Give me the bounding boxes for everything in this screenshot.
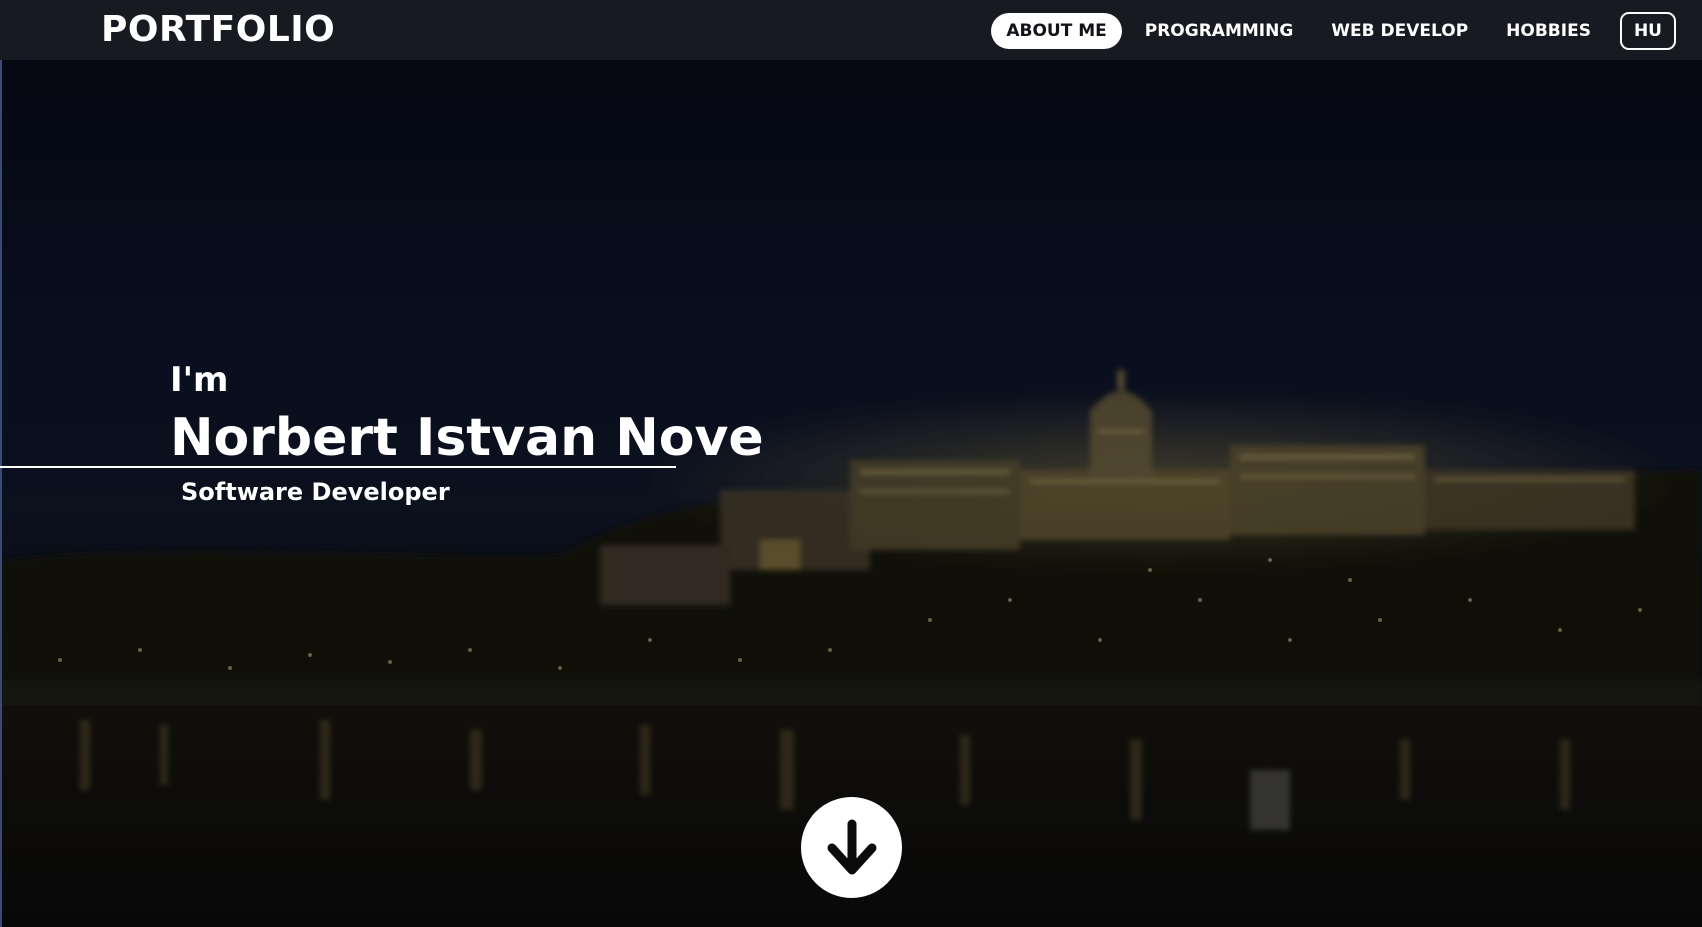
portfolio-page: PORTFOLIO ABOUT ME PROGRAMMING WEB DEVEL…	[0, 0, 1702, 927]
name-underline-divider	[0, 466, 676, 468]
scroll-down-button[interactable]	[801, 797, 902, 898]
hero-name: Norbert Istvan Nove	[170, 408, 764, 468]
nav-about-me[interactable]: ABOUT ME	[991, 13, 1122, 49]
arrow-down-icon	[827, 819, 876, 874]
nav-web-develop[interactable]: WEB DEVELOP	[1316, 13, 1483, 49]
brand-logo[interactable]: PORTFOLIO	[101, 8, 335, 52]
hero-intro: I'm	[170, 360, 229, 400]
hero-role: Software Developer	[181, 478, 450, 506]
top-navbar: PORTFOLIO ABOUT ME PROGRAMMING WEB DEVEL…	[0, 0, 1702, 60]
left-edge-line	[0, 0, 2, 927]
nav-programming[interactable]: PROGRAMMING	[1130, 13, 1309, 49]
main-nav: ABOUT ME PROGRAMMING WEB DEVELOP HOBBIES…	[991, 12, 1676, 50]
language-toggle-button[interactable]: HU	[1619, 12, 1676, 50]
nav-hobbies[interactable]: HOBBIES	[1491, 13, 1606, 49]
